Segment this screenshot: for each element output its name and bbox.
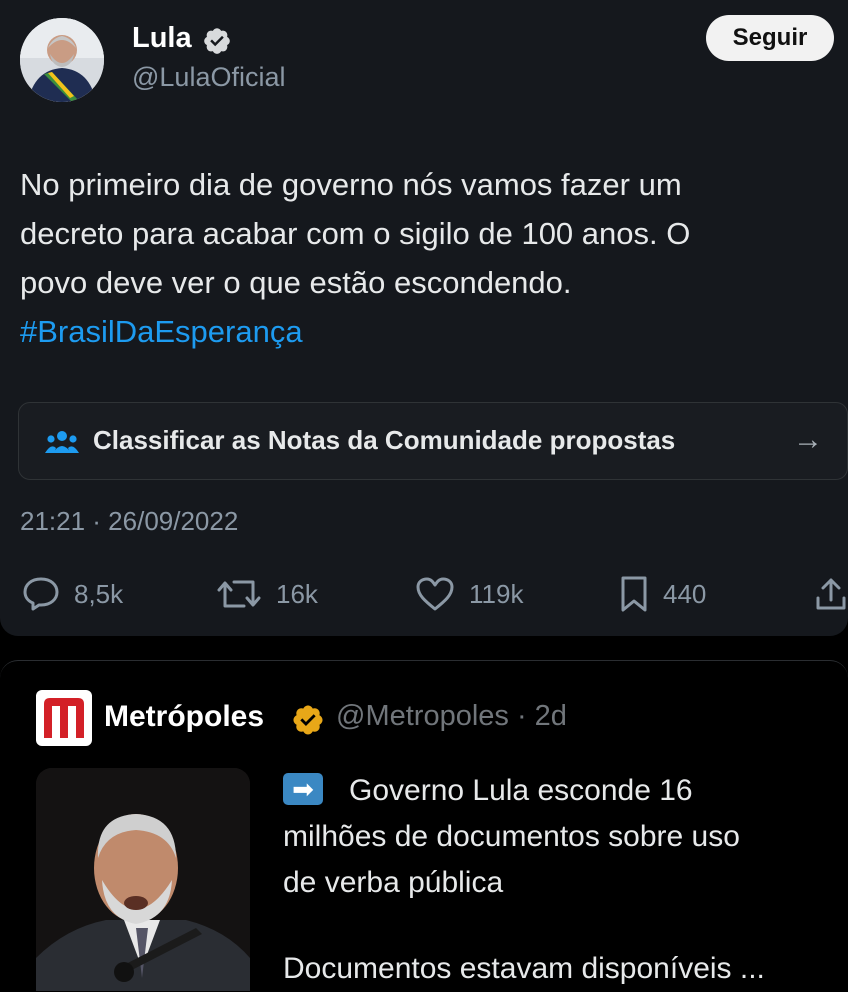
share-button[interactable] [814,574,848,614]
gold-verified-badge-icon [293,705,323,735]
like-count: 119k [469,578,524,609]
bookmark-button[interactable]: 440 [619,574,706,614]
retweet-count: 16k [276,578,318,609]
bookmark-count: 440 [663,578,707,609]
hashtag-link[interactable]: #BrasilDaEsperança [20,307,820,356]
heart-icon [416,577,454,611]
quoted-author-name[interactable]: Metrópoles [104,700,264,734]
retweet-icon [217,580,261,608]
people-icon [45,431,79,453]
tweet-text-line: decreto para acabar com o sigilo de 100 … [20,216,691,251]
author-avatar[interactable] [20,18,104,102]
quoted-author-handle[interactable]: @Metropoles · 2d [336,700,567,733]
author-handle[interactable]: @LulaOficial [132,62,285,93]
reply-icon [23,577,59,611]
tweet-text-line: No primeiro dia de governo nós vamos faz… [20,167,682,202]
verified-badge-icon [204,28,230,54]
tweet-timestamp[interactable]: 21:21 · 26/09/2022 [20,506,238,537]
quoted-text-line: Documentos estavam disponíveis ... [283,952,765,985]
tweet-text-line: povo deve ver o que estão escondendo. [20,265,572,300]
author-name[interactable]: Lula [132,22,192,55]
follow-button[interactable]: Seguir [706,15,834,61]
quoted-text-line: milhões de documentos sobre uso [283,820,740,853]
bookmark-icon [621,576,647,612]
tweet-text: No primeiro dia de governo nós vamos faz… [20,160,820,356]
quoted-text-line: de verba pública [283,866,504,899]
arrow-right-icon: → [793,423,823,456]
tweet-card: Lula @LulaOficial Seguir No primeiro dia… [0,0,848,636]
community-notes-button[interactable]: Classificar as Notas da Comunidade propo… [18,402,848,480]
metropoles-logo[interactable] [36,690,92,746]
quoted-text-line: Governo Lula esconde 16 [349,774,693,807]
news-thumbnail[interactable] [36,768,250,991]
like-button[interactable]: 119k [415,574,523,614]
community-notes-label: Classificar as Notas da Comunidade propo… [93,425,676,455]
retweet-button[interactable]: 16k [216,574,318,614]
reply-count: 8,5k [74,578,124,609]
reply-button[interactable]: 8,5k [22,574,123,614]
quoted-post-text: Governo Lula esconde 16 milhões de docum… [283,768,843,906]
share-icon [816,578,846,610]
